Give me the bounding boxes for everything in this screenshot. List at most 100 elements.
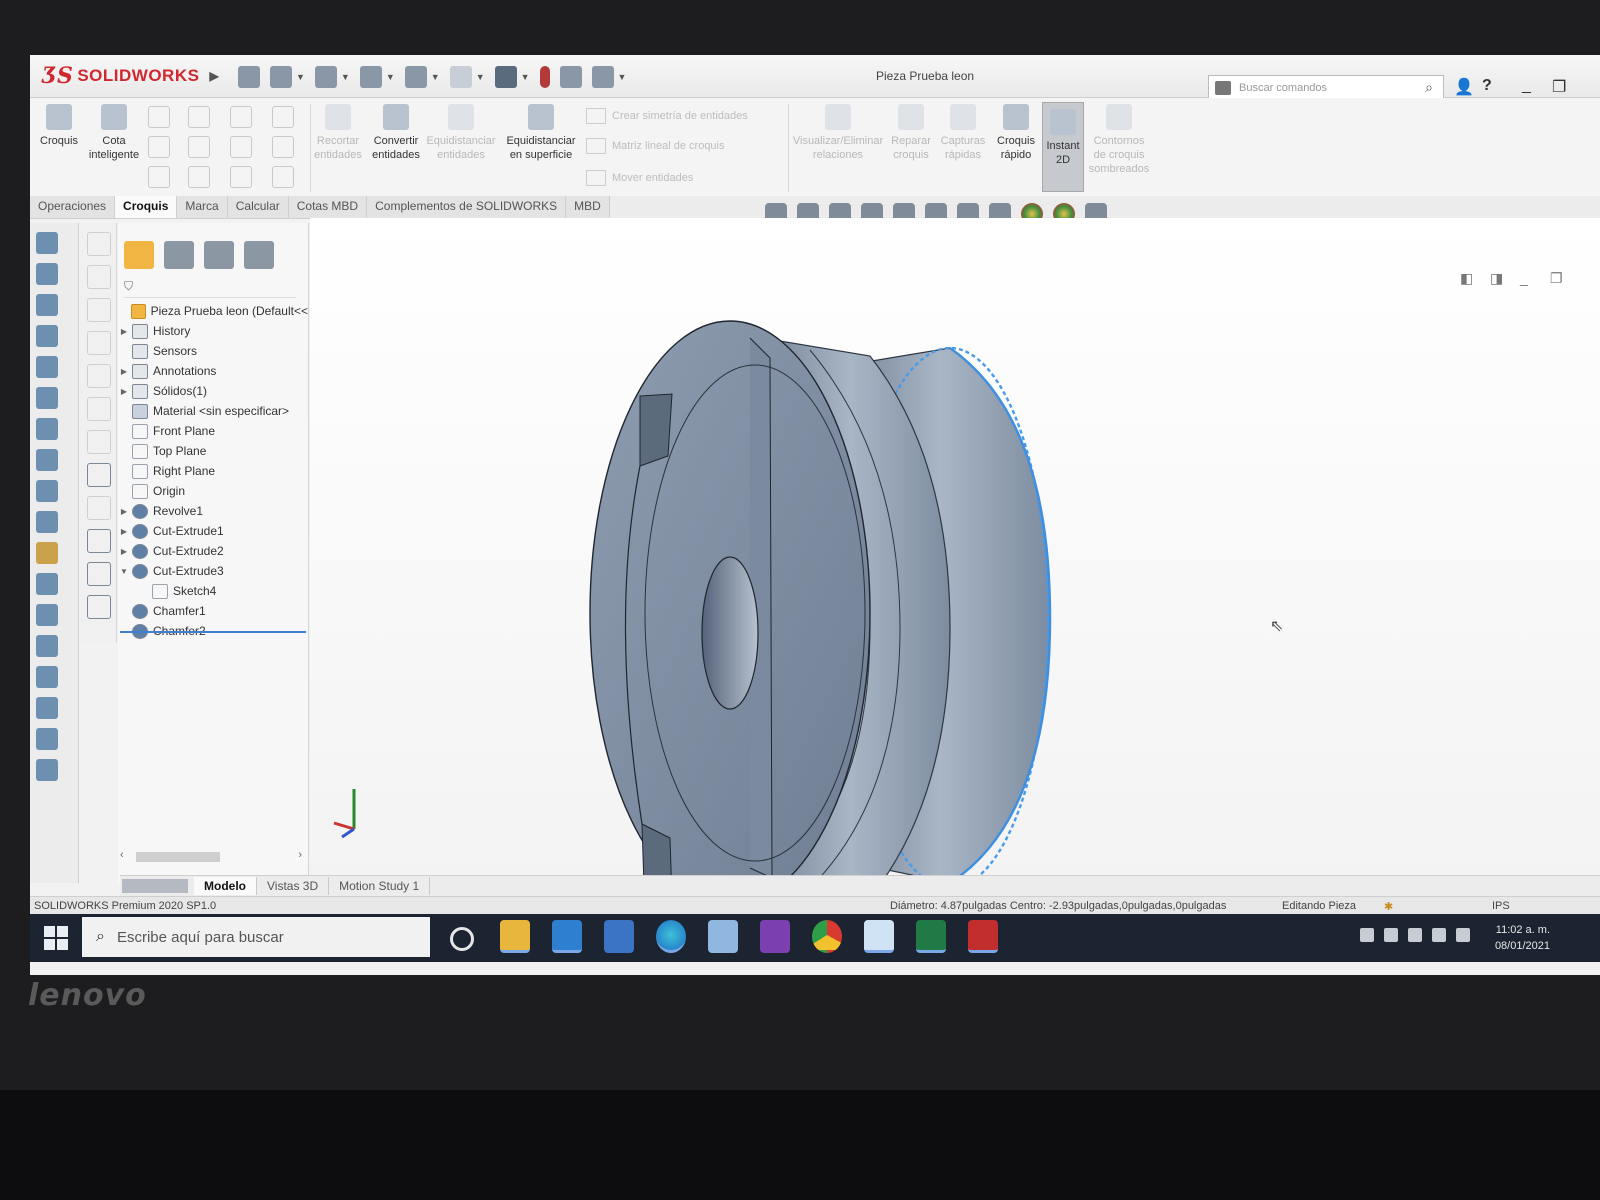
tree-item[interactable]: Origin — [118, 481, 308, 501]
offset-on-surface-button[interactable]: Equidistanciar en superficie — [502, 104, 580, 162]
tree-item[interactable]: ▶ Cut-Extrude1 — [118, 521, 308, 541]
feature-manager-tab-icon[interactable] — [124, 241, 154, 269]
graphics-area[interactable]: ⇖ ◧ ◨ _ ❐ — [310, 218, 1600, 883]
sketch-tool-icon[interactable] — [87, 562, 111, 586]
sketch-tool-icon[interactable] — [87, 595, 111, 619]
tree-item[interactable]: ▶ Annotations — [118, 361, 308, 381]
tab-modelo[interactable]: Modelo — [194, 877, 257, 895]
tab-vistas-3d[interactable]: Vistas 3D — [257, 877, 330, 895]
new-document-icon[interactable] — [270, 66, 292, 88]
spline-icon[interactable] — [230, 106, 252, 128]
line-icon[interactable] — [148, 106, 170, 128]
expand-arrow-icon[interactable]: ▶ — [118, 327, 130, 336]
scroll-left-icon[interactable]: ‹ — [120, 849, 124, 861]
windows-start-icon[interactable] — [44, 926, 68, 950]
hole-wizard-icon[interactable] — [36, 418, 58, 440]
sketch-tool-icon[interactable] — [87, 331, 111, 355]
scroll-thumb[interactable] — [136, 852, 220, 862]
coordinate-system-icon[interactable] — [36, 635, 58, 657]
expand-arrow-icon[interactable]: ▶ — [118, 367, 130, 376]
expand-arrow-icon[interactable]: ▶ — [118, 387, 130, 396]
reference-plane-icon[interactable] — [36, 573, 58, 595]
tab-motion-study[interactable]: Motion Study 1 — [329, 877, 431, 895]
tab-cotas-mbd[interactable]: Cotas MBD — [288, 196, 368, 218]
sketch-tool-icon[interactable] — [87, 232, 111, 256]
display-relations-button[interactable]: Visualizar/Eliminar relaciones — [790, 104, 886, 162]
linear-pattern-icon[interactable] — [36, 449, 58, 471]
curves-icon[interactable] — [36, 511, 58, 533]
viewport-minimize-icon[interactable]: _ — [1520, 270, 1528, 286]
sketch-tool-icon[interactable] — [87, 496, 111, 520]
restore-icon[interactable]: ❐ — [1552, 77, 1566, 97]
shaded-contours-button[interactable]: Contornos de croquis sombreados — [1086, 104, 1152, 176]
save-icon[interactable] — [359, 66, 382, 88]
tab-mbd[interactable]: MBD — [566, 196, 610, 218]
taskbar-search-box[interactable]: ⌕ Escribe aquí para buscar — [82, 917, 430, 957]
volume-icon[interactable] — [1456, 928, 1470, 942]
tree-item[interactable]: ▶ Sólidos(1) — [118, 381, 308, 401]
fillet-feature-icon[interactable] — [36, 480, 58, 502]
undo-icon[interactable] — [449, 66, 472, 88]
chevron-down-icon[interactable]: ▼ — [341, 72, 350, 82]
meet-icon[interactable] — [1384, 928, 1398, 942]
expand-arrow-icon[interactable]: ▶ — [118, 527, 130, 536]
trim-entities-button[interactable]: Recortar entidades — [312, 104, 364, 162]
polygon-icon[interactable] — [230, 136, 252, 158]
center-of-mass-icon[interactable] — [36, 697, 58, 719]
solidworks-logo[interactable]: ƷS SOLIDWORKS ▶ — [42, 63, 219, 89]
tree-item[interactable]: Chamfer1 — [118, 601, 308, 621]
tab-calcular[interactable]: Calcular — [227, 196, 289, 218]
mate-reference-icon[interactable] — [36, 728, 58, 750]
tab-scroll-arrows[interactable] — [122, 879, 188, 893]
circle-icon[interactable] — [188, 106, 210, 128]
open-folder-icon[interactable] — [314, 66, 337, 88]
minimize-icon[interactable]: _ — [1522, 77, 1531, 95]
tree-item[interactable]: Material <sin especificar> — [118, 401, 308, 421]
chevron-down-icon[interactable]: ▼ — [386, 72, 395, 82]
sketch-tool-icon[interactable] — [87, 529, 111, 553]
sketch-button[interactable]: Croquis — [36, 104, 82, 148]
plane-sketch-icon[interactable] — [272, 166, 294, 188]
linear-pattern-button[interactable]: Matriz lineal de croquis — [586, 138, 725, 154]
part-model[interactable] — [310, 218, 1600, 883]
sketch-tool-icon[interactable] — [87, 463, 111, 487]
scroll-right-icon[interactable]: › — [298, 849, 302, 861]
units-text[interactable]: IPS — [1492, 900, 1510, 912]
rebuild-icon[interactable] — [539, 66, 550, 88]
tree-item[interactable]: Right Plane — [118, 461, 308, 481]
tab-complementos[interactable]: Complementos de SOLIDWORKS — [367, 196, 567, 218]
sketch-tool-icon[interactable] — [87, 397, 111, 421]
point-icon[interactable] — [272, 136, 294, 158]
chevron-down-icon[interactable]: ▼ — [521, 72, 530, 82]
viewport-control-icon[interactable]: ◨ — [1490, 270, 1503, 287]
expand-arrow-icon[interactable]: ▶ — [118, 507, 130, 516]
sketch-tool-icon[interactable] — [87, 298, 111, 322]
offset-entities-button[interactable]: Equidistanciar entidades — [426, 104, 496, 162]
tab-operaciones[interactable]: Operaciones — [30, 196, 116, 218]
tab-marca[interactable]: Marca — [177, 196, 228, 218]
excel-icon[interactable] — [916, 920, 946, 953]
sweep-icon[interactable] — [36, 294, 58, 316]
mail-icon[interactable] — [552, 920, 582, 953]
tree-item[interactable]: Front Plane — [118, 421, 308, 441]
chrome-icon[interactable] — [812, 920, 842, 953]
tab-croquis[interactable]: Croquis — [115, 196, 178, 218]
move-entities-button[interactable]: Mover entidades — [586, 170, 693, 186]
collapse-arrow-icon[interactable]: ▼ — [118, 567, 130, 576]
rebuild-status-icon[interactable]: ✱ — [1384, 900, 1393, 913]
chevron-down-icon[interactable]: ▼ — [431, 72, 440, 82]
revolve-boss-icon[interactable] — [36, 263, 58, 285]
search-scope-icon[interactable] — [1215, 81, 1231, 95]
smart-dimension-button[interactable]: Cota inteligente — [84, 104, 144, 162]
slot-icon[interactable] — [148, 166, 170, 188]
battery-icon[interactable] — [1408, 928, 1422, 942]
configuration-manager-tab-icon[interactable] — [204, 241, 234, 269]
tree-item[interactable]: Sensors — [118, 341, 308, 361]
quick-snaps-button[interactable]: Capturas rápidas — [938, 104, 988, 162]
arc-icon[interactable] — [188, 136, 210, 158]
chevron-down-icon[interactable]: ▼ — [296, 72, 305, 82]
viewport-restore-icon[interactable]: ❐ — [1550, 270, 1563, 287]
user-icon[interactable]: 👤 — [1454, 77, 1474, 97]
dimxpert-tab-icon[interactable] — [244, 241, 274, 269]
solidworks-taskbar-icon[interactable] — [968, 920, 998, 953]
